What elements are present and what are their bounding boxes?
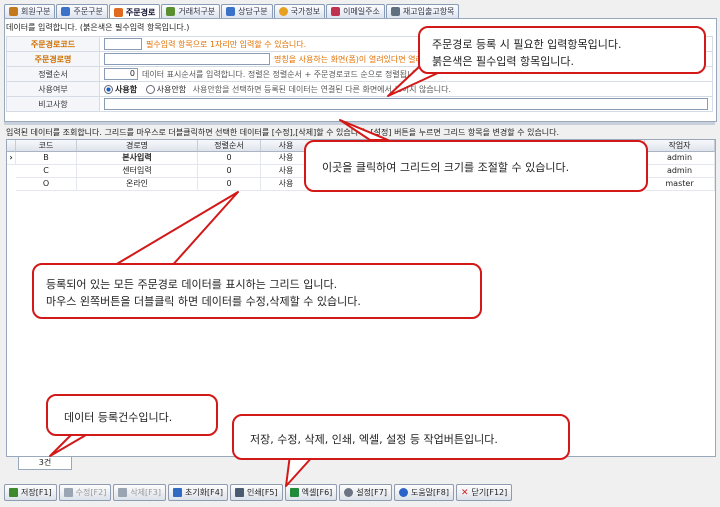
- resize-callout-text: 이곳을 클릭하여 그리드의 크기를 조절할 수 있습니다.: [322, 161, 570, 174]
- resize-callout: 이곳을 클릭하여 그리드의 크기를 조절할 수 있습니다.: [304, 140, 648, 192]
- grid-callout-tail: [109, 191, 239, 269]
- count-callout-text: 데이터 등록건수입니다.: [64, 411, 173, 424]
- resize-callout-tail: [339, 119, 389, 141]
- buttons-callout-text: 저장, 수정, 삭제, 인쇄, 엑셀, 설정 등 작업버튼입니다.: [250, 433, 498, 446]
- count-callout: 데이터 등록건수입니다.: [46, 394, 218, 436]
- input-callout-line1: 주문경로 등록 시 필요한 입력항목입니다.: [432, 38, 622, 51]
- grid-callout-line1: 등록되어 있는 모든 주문경로 데이터를 표시하는 그리드 입니다.: [46, 278, 338, 291]
- grid-callout: 등록되어 있는 모든 주문경로 데이터를 표시하는 그리드 입니다. 마우스 왼…: [32, 263, 482, 319]
- buttons-callout: 저장, 수정, 삭제, 인쇄, 엑셀, 설정 등 작업버튼입니다.: [232, 414, 570, 460]
- grid-callout-line2: 마우스 왼쪽버튼을 더블클릭 하면 데이터를 수정,삭제할 수 있습니다.: [46, 295, 361, 308]
- input-callout-line2: 붉은색은 필수입력 항목입니다.: [432, 55, 575, 68]
- input-callout: 주문경로 등록 시 필요한 입력항목입니다. 붉은색은 필수입력 항목입니다.: [418, 26, 706, 74]
